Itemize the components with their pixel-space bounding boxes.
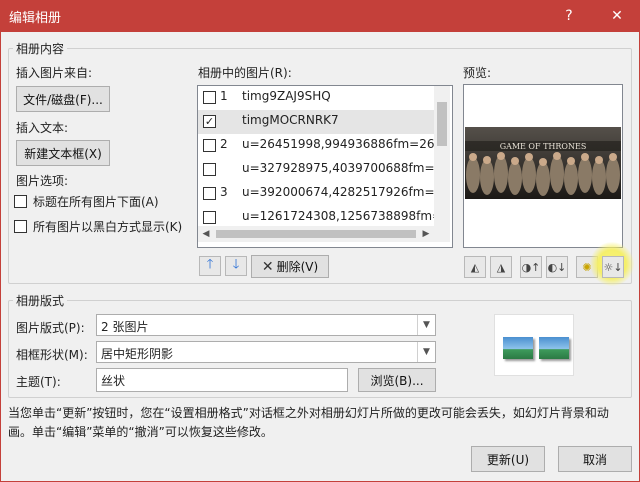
list-item[interactable]: 1 timg9ZAJ9SHQ	[198, 86, 434, 110]
arrow-down-icon: 🡓	[232, 257, 240, 272]
list-item[interactable]: 3 u=392000674,4282517926fm=26	[198, 182, 434, 206]
frame-shape-value: 居中矩形阴影	[101, 347, 174, 361]
frame-shape-label: 相框形状(M):	[16, 348, 88, 362]
horizontal-scroll-thumb[interactable]	[216, 230, 416, 238]
brightness-down-icon: ☼↓	[603, 260, 623, 274]
contrast-down-icon: ◐↓	[547, 260, 567, 274]
all-bw-label: 所有图片以黑白方式显示(K)	[33, 219, 183, 234]
picture-number: 1	[220, 89, 228, 103]
layout-thumb-2	[539, 337, 569, 359]
layout-preview	[494, 314, 574, 376]
preview-label: 预览:	[463, 66, 492, 80]
all-bw-checkbox[interactable]	[14, 219, 27, 233]
picture-options-label: 图片选项:	[16, 174, 69, 188]
rotate-left-button[interactable]: ◭	[464, 256, 486, 278]
list-item[interactable]: u=1261724308,1256738898fm=2	[198, 206, 434, 226]
update-button[interactable]: 更新(U)	[471, 446, 545, 472]
picture-number: 2	[220, 137, 228, 151]
theme-value: 丝状	[101, 374, 126, 388]
picture-checkbox-checked[interactable]: ✓	[203, 115, 216, 128]
list-item[interactable]: ✓ timgMOCRNRK7	[198, 110, 434, 134]
move-down-button[interactable]: 🡓	[225, 256, 247, 276]
picture-list-rows: 1 timg9ZAJ9SHQ ✓ timgMOCRNRK7 2 u=264519…	[198, 86, 434, 226]
move-up-button[interactable]: 🡑	[199, 256, 221, 276]
preview-pane: GAME OF THRONES	[463, 84, 623, 248]
picture-layout-select[interactable]: 2 张图片 ▼	[96, 314, 436, 336]
theme-label: 主题(T):	[16, 375, 61, 389]
scroll-left-icon[interactable]: ◀	[198, 226, 214, 242]
picture-name: timg9ZAJ9SHQ	[242, 89, 331, 103]
title-bar: 编辑相册 ? ✕	[0, 0, 640, 32]
chevron-down-icon[interactable]: ▼	[417, 315, 435, 335]
delete-button[interactable]: ✕ 删除(V)	[251, 255, 329, 278]
help-button[interactable]: ?	[546, 0, 592, 32]
brightness-down-button[interactable]: ☼↓	[602, 256, 624, 278]
cancel-button[interactable]: 取消	[558, 446, 632, 472]
picture-checkbox[interactable]	[203, 187, 216, 200]
picture-checkbox[interactable]	[203, 139, 216, 152]
delete-x-icon: ✕	[261, 258, 274, 275]
contrast-down-button[interactable]: ◐↓	[546, 256, 568, 278]
rotate-left-icon: ◭	[470, 260, 480, 274]
frame-shape-select[interactable]: 居中矩形阴影 ▼	[96, 341, 436, 363]
rotate-right-icon: ◮	[496, 260, 506, 274]
theme-input[interactable]: 丝状	[96, 368, 348, 392]
new-textbox-button[interactable]: 新建文本框(X)	[16, 140, 110, 166]
picture-name: u=26451998,994936886fm=26gp	[242, 137, 434, 151]
picture-number: 3	[220, 185, 228, 199]
layout-thumb-1	[503, 337, 533, 359]
file-disk-button[interactable]: 文件/磁盘(F)...	[16, 86, 110, 112]
picture-layout-value: 2 张图片	[101, 320, 149, 334]
delete-button-label: 删除(V)	[276, 260, 319, 274]
preview-image-art: GAME OF THRONES	[465, 127, 621, 199]
rotate-right-button[interactable]: ◮	[490, 256, 512, 278]
picture-checkbox[interactable]	[203, 91, 216, 104]
arrow-up-icon: 🡑	[206, 257, 214, 272]
preview-image-title: GAME OF THRONES	[500, 142, 587, 151]
album-content-legend: 相册内容	[13, 40, 68, 57]
picture-name: timgMOCRNRK7	[242, 113, 339, 127]
captions-below-option[interactable]: 标题在所有图片下面(A)	[14, 193, 159, 209]
horizontal-scrollbar[interactable]: ◀ ▶	[198, 226, 450, 242]
picture-checkbox[interactable]	[203, 211, 216, 224]
picture-name: u=392000674,4282517926fm=26	[242, 185, 434, 199]
picture-layout-label: 图片版式(P):	[16, 321, 85, 335]
list-item[interactable]: u=327928975,4039700688fm=26	[198, 158, 434, 182]
preview-image: GAME OF THRONES	[465, 127, 621, 199]
picture-name: u=1261724308,1256738898fm=2	[242, 209, 434, 223]
browse-button[interactable]: 浏览(B)...	[358, 368, 436, 392]
pictures-in-album-label: 相册中的图片(R):	[198, 66, 292, 80]
insert-text-label: 插入文本:	[16, 121, 69, 135]
image-tools: ◭ ◮ ◑↑ ◐↓ ✺ ☼↓	[464, 242, 634, 286]
insert-from-label: 插入图片来自:	[16, 66, 93, 80]
album-layout-legend: 相册版式	[13, 292, 68, 309]
close-button[interactable]: ✕	[594, 0, 640, 32]
captions-below-label: 标题在所有图片下面(A)	[33, 194, 159, 209]
list-item[interactable]: 2 u=26451998,994936886fm=26gp	[198, 134, 434, 158]
scroll-right-icon[interactable]: ▶	[418, 226, 434, 242]
captions-below-checkbox[interactable]	[14, 194, 27, 208]
window-title: 编辑相册	[9, 11, 62, 26]
vertical-scroll-thumb[interactable]	[437, 102, 447, 146]
picture-name: u=327928975,4039700688fm=26	[242, 161, 434, 175]
all-bw-option[interactable]: 所有图片以黑白方式显示(K)	[14, 218, 182, 234]
hint-text: 当您单击“更新”按钮时，您在“设置相册格式”对话框之外对相册幻灯片所做的更改可能…	[8, 406, 609, 439]
contrast-up-button[interactable]: ◑↑	[520, 256, 542, 278]
picture-checkbox[interactable]	[203, 163, 216, 176]
chevron-down-icon[interactable]: ▼	[417, 342, 435, 362]
picture-list[interactable]: 1 timg9ZAJ9SHQ ✓ timgMOCRNRK7 2 u=264519…	[197, 85, 453, 248]
contrast-up-icon: ◑↑	[521, 260, 541, 274]
vertical-scrollbar[interactable]	[434, 86, 450, 226]
